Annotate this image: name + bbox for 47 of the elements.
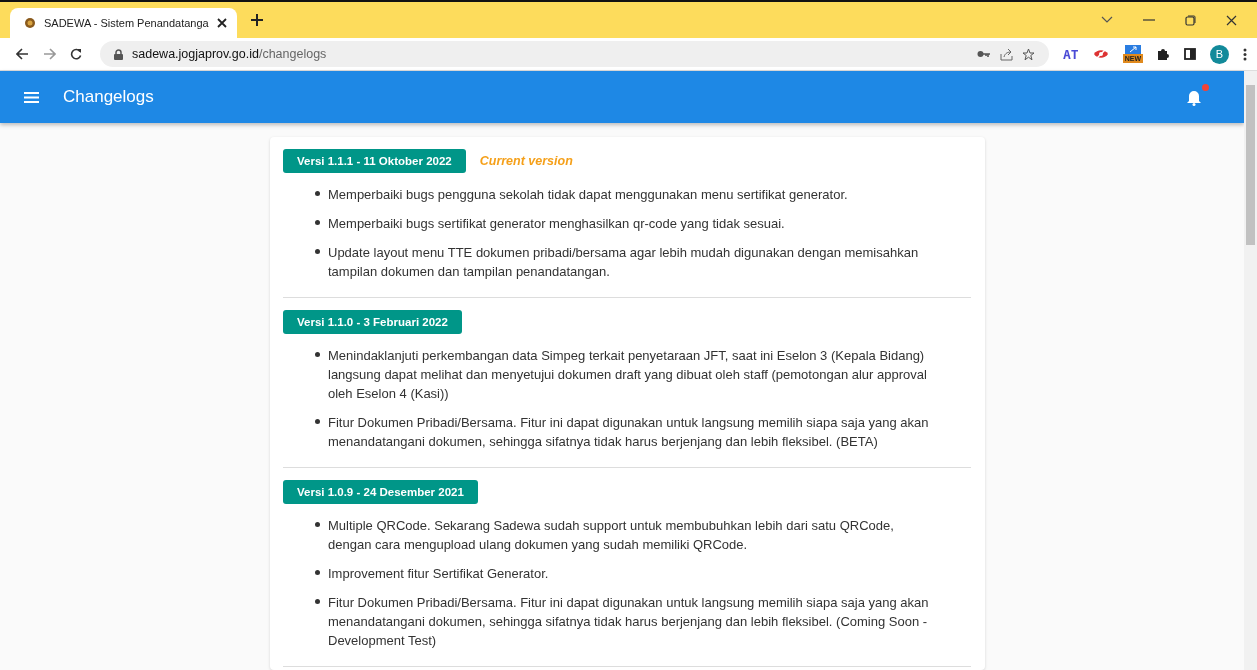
changelog-item: Improvement fitur Sertifikat Generator.	[328, 565, 549, 583]
scrollbar-thumb[interactable]	[1246, 85, 1255, 245]
chevron-down-icon[interactable]	[1101, 16, 1113, 24]
changelog-item: Memperbaiki bugs pengguna sekolah tidak dapat menggunakan menu sertifikat generator.	[328, 186, 848, 204]
page-title: Changelogs	[63, 87, 154, 107]
bullet-icon	[315, 352, 320, 357]
tab-title: SADEWA - Sistem Penandatanga	[44, 17, 209, 29]
changelog-item: Fitur Dokumen Pribadi/Bersama. Fitur ini dapat digunakan untuk langsung memilih siapa saja yang akan menandatangani dokumen, sehingga sifatnya tidak harus berjenjang dan lebih fleksibel. (Coming Soon - Development Test)	[328, 594, 930, 650]
more-icon[interactable]	[1243, 47, 1247, 61]
bell-icon[interactable]	[1186, 88, 1202, 106]
bullet-icon	[315, 599, 320, 604]
address-field[interactable]: sadewa.jogjaprov.go.id/changelogs	[100, 41, 1049, 67]
bullet-icon	[315, 249, 320, 254]
new-tab-icon[interactable]	[250, 14, 263, 26]
eye-slash-icon[interactable]	[1092, 48, 1109, 60]
share-icon[interactable]	[1000, 47, 1013, 61]
lock-icon	[114, 48, 123, 60]
version-badge: Versi 1.0.9 - 24 Desember 2021	[283, 480, 478, 504]
emblem-icon	[24, 17, 36, 29]
bullet-icon	[315, 191, 320, 196]
forward-icon[interactable]	[43, 48, 56, 60]
back-icon[interactable]	[16, 48, 29, 60]
bullet-icon	[315, 522, 320, 527]
bullet-icon	[315, 220, 320, 225]
puzzle-icon[interactable]	[1157, 47, 1170, 61]
restore-icon[interactable]	[1185, 14, 1196, 26]
changelog-item: Menindaklanjuti perkembangan data Simpeg terkait penyetaraan JFT, saat ini Eselon 3 (Kepala Bidang) langsung dapat melihat dan menyetujui dokumen draft yang dibuat oleh staff (pemotongan alur approval oleh Eselon 4 (Kasi))	[328, 347, 928, 403]
version-badge: Versi 1.1.0 - 3 Februari 2022	[283, 310, 462, 334]
close-icon[interactable]	[216, 18, 227, 28]
extension-icon[interactable]: AT	[1063, 46, 1079, 62]
url-text: sadewa.jogjaprov.go.id/changelogs	[132, 47, 327, 61]
menu-icon[interactable]	[24, 91, 39, 103]
changelog-item: Memperbaiki bugs sertifikat generator menghasilkan qr-code yang tidak sesuai.	[328, 215, 785, 233]
version-badge: Versi 1.1.1 - 11 Oktober 2022	[283, 149, 466, 173]
changelog-item: Update layout menu TTE dokumen pribadi/bersama agar lebih mudah digunakan dengan memisahkan tampilan dokumen dan tampilan penandatangan.	[328, 244, 920, 281]
star-icon[interactable]	[1022, 47, 1035, 61]
close-icon[interactable]	[1226, 14, 1237, 26]
current-version-label: Current version	[479, 154, 573, 168]
changelog-item: Fitur Dokumen Pribadi/Bersama. Fitur ini dapat digunakan untuk langsung memilih siapa saja yang akan menandatangani dokumen, sehingga sifatnya tidak harus berjenjang dan lebih fleksibel. (BETA)	[328, 414, 930, 451]
bullet-icon	[315, 570, 320, 575]
sidebar-icon[interactable]	[1184, 48, 1196, 60]
key-icon[interactable]	[977, 50, 991, 58]
bullet-icon	[315, 419, 320, 424]
profile-avatar[interactable]: B	[1210, 44, 1229, 64]
reload-icon[interactable]	[70, 48, 82, 60]
changelog-item: Multiple QRCode. Sekarang Sadewa sudah support untuk membubuhkan lebih dari satu QRCode, dengan cara mengupload ulang dokumen yang sudah memiliki QRCode.	[328, 517, 895, 554]
browser-tab[interactable]: SADEWA - Sistem Penandatanga	[10, 8, 237, 38]
